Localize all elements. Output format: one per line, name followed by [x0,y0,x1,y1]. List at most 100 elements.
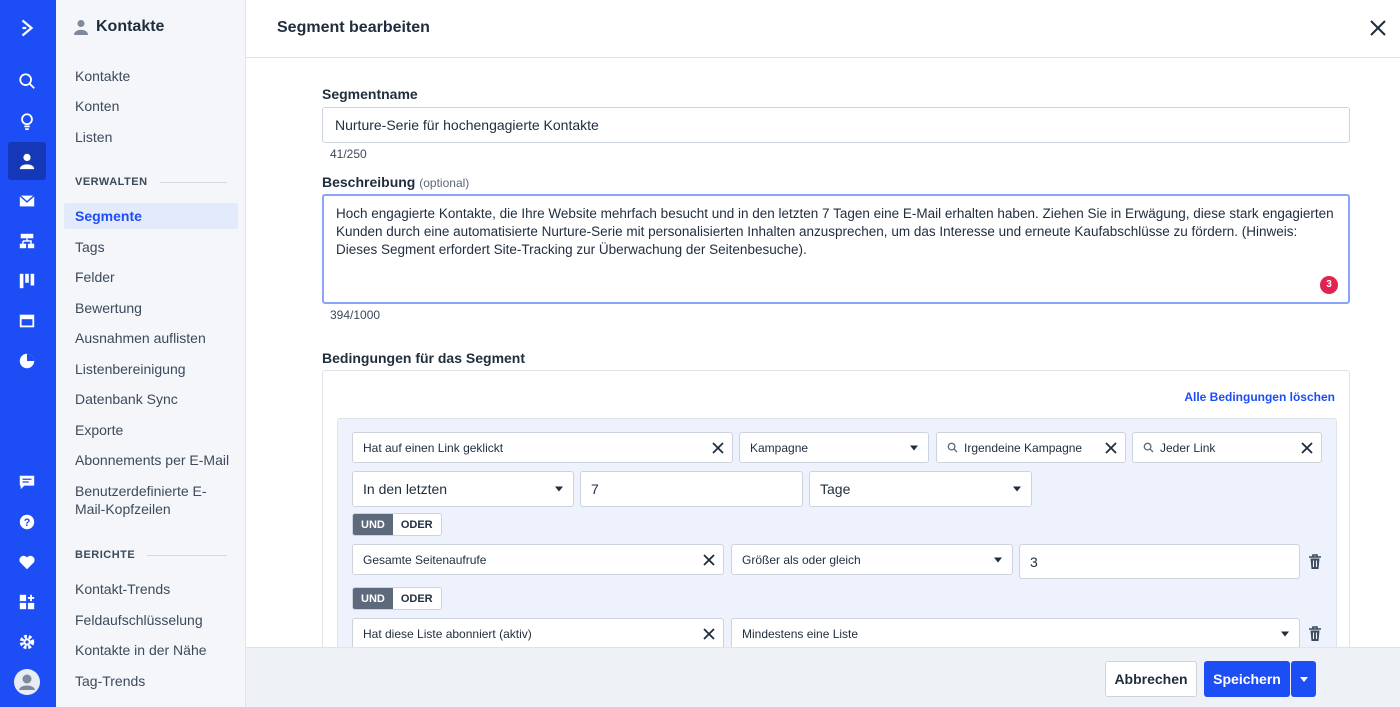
description-textarea[interactable]: Hoch engagierte Kontakte, die Ihre Websi… [322,194,1350,304]
save-options-button[interactable] [1291,661,1316,697]
chevron-down-icon [1299,676,1308,682]
or-button[interactable]: ODER [392,588,441,609]
sidebar-item-kontakte-naehe[interactable]: Kontakte in der Nähe [75,641,207,660]
sidebar-item-segmente[interactable]: Segmente [64,203,238,229]
chevron-down-icon [910,445,918,450]
campaign-select-value: Kampagne [750,440,809,455]
list-operator-value: Mindestens eine Liste [742,626,859,641]
help-icon[interactable]: ? [8,503,46,541]
close-icon[interactable] [1368,18,1388,38]
or-button[interactable]: ODER [392,514,441,535]
heart-icon[interactable] [8,543,46,581]
sidebar-title: Kontakte [96,18,165,35]
remove-field-icon[interactable] [703,553,715,566]
campaign-select[interactable]: Kampagne [739,432,929,463]
period-select-value: In den letzten [363,481,448,497]
and-button[interactable]: UND [353,514,393,535]
condition-group: Hat auf einen Link geklickt Kampagne Irg… [337,418,1337,658]
clear-campaign-icon[interactable] [1105,441,1117,454]
list-operator-select[interactable]: Mindestens eine Liste [731,618,1300,649]
logic-toggle-2: UND ODER [352,587,442,610]
profile-icon[interactable] [8,663,46,701]
automation-icon[interactable] [8,222,46,260]
sidebar-item-kontakte[interactable]: Kontakte [75,67,130,86]
campaign-search-value: Irgendeine Kampagne [964,440,1083,455]
campaign-search-field[interactable]: Irgendeine Kampagne [936,432,1126,463]
reports-icon[interactable] [8,342,46,380]
logic-toggle-1: UND ODER [352,513,442,536]
sidebar-item-email-headers[interactable]: Benutzerdefinierte E- [75,482,207,501]
sidebar-item-datenbank-sync[interactable]: Datenbank Sync [75,390,178,409]
deals-icon[interactable] [8,262,46,300]
cancel-button[interactable]: Abbrechen [1105,661,1197,697]
sidebar-item-kontakt-trends[interactable]: Kontakt-Trends [75,580,170,599]
sidebar-item-abonnements[interactable]: Abonnements per E-Mail [75,451,229,470]
sidebar-item-listen[interactable]: Listen [75,128,112,147]
search-icon [1143,442,1154,453]
section-reports: BERICHTE [75,549,227,561]
chevron-down-icon [555,486,563,492]
sidebar-header: Kontakte [74,18,164,36]
period-value-input[interactable]: 7 [580,471,803,507]
sidebar-item-listenbereinigung[interactable]: Listenbereinigung [75,360,186,379]
settings-icon[interactable] [8,623,46,661]
optional-hint: (optional) [419,176,470,190]
remove-field-icon[interactable] [712,441,724,454]
logo-icon[interactable] [8,9,46,47]
sidebar-item-tags[interactable]: Tags [75,238,105,257]
site-icon[interactable] [8,302,46,340]
description-value: Hoch engagierte Kontakte, die Ihre Websi… [336,206,1334,257]
search-icon [947,442,958,453]
condition-field-page-views[interactable]: Gesamte Seitenaufrufe [352,544,724,575]
chat-icon[interactable] [8,463,46,501]
page-views-value-input[interactable]: 3 [1019,544,1300,579]
and-button[interactable]: UND [353,588,393,609]
section-manage: VERWALTEN [75,176,227,188]
description-char-count: 394/1000 [330,308,381,322]
condition-field-link-clicked[interactable]: Hat auf einen Link geklickt [352,432,733,463]
sidebar-item-email-headers-line2[interactable]: Mail-Kopfzeilen [75,500,171,519]
save-button[interactable]: Speichern [1204,661,1290,697]
clear-conditions-link[interactable]: Alle Bedingungen löschen [1184,390,1335,404]
link-search-field[interactable]: Jeder Link [1132,432,1322,463]
chevron-down-icon [1013,486,1021,492]
condition-field-text: Gesamte Seitenaufrufe [363,552,487,567]
grammar-badge[interactable]: 3 [1320,276,1338,294]
operator-select-value: Größer als oder gleich [742,552,861,567]
search-icon[interactable] [8,62,46,100]
conditions-title: Bedingungen für das Segment [322,350,526,366]
segment-name-label: Segmentname [322,86,418,102]
period-value: 7 [591,481,599,497]
edit-segment-panel: Segment bearbeiten Segmentname Nurture-S… [246,0,1400,707]
trash-icon[interactable] [1308,626,1322,642]
link-search-value: Jeder Link [1160,440,1216,455]
trash-icon[interactable] [1308,554,1322,570]
sidebar-item-tag-trends[interactable]: Tag-Trends [75,672,145,691]
sidebar-item-ausnahmen[interactable]: Ausnahmen auflisten [75,329,206,348]
panel-footer: Abbrechen Speichern [246,647,1400,707]
condition-field-text: Hat auf einen Link geklickt [363,440,504,455]
contacts-sidebar: Kontakte Kontakte Konten Listen VERWALTE… [56,0,246,707]
lightbulb-icon[interactable] [8,102,46,140]
period-select[interactable]: In den letzten [352,471,574,507]
sidebar-item-exporte[interactable]: Exporte [75,421,123,440]
clear-link-icon[interactable] [1301,441,1313,454]
unit-select[interactable]: Tage [809,471,1032,507]
page-views-value: 3 [1030,553,1038,570]
description-label-text: Beschreibung [322,174,416,190]
sidebar-item-bewertung[interactable]: Bewertung [75,299,142,318]
sidebar-item-konten[interactable]: Konten [75,97,119,116]
panel-header: Segment bearbeiten [246,0,1400,58]
operator-select[interactable]: Größer als oder gleich [731,544,1013,575]
contacts-icon[interactable] [8,142,46,180]
apps-icon[interactable] [8,583,46,621]
sidebar-item-feldaufschluesselung[interactable]: Feldaufschlüsselung [75,611,203,630]
segment-name-value: Nurture-Serie für hochengagierte Kontakt… [335,117,599,133]
condition-field-list-subscribed[interactable]: Hat diese Liste abonniert (aktiv) [352,618,724,649]
unit-select-value: Tage [820,481,851,497]
email-icon[interactable] [8,182,46,220]
remove-field-icon[interactable] [703,627,715,640]
segment-name-input[interactable]: Nurture-Serie für hochengagierte Kontakt… [322,107,1350,143]
sidebar-item-felder[interactable]: Felder [75,268,115,287]
conditions-box: Alle Bedingungen löschen Hat auf einen L… [322,370,1350,660]
